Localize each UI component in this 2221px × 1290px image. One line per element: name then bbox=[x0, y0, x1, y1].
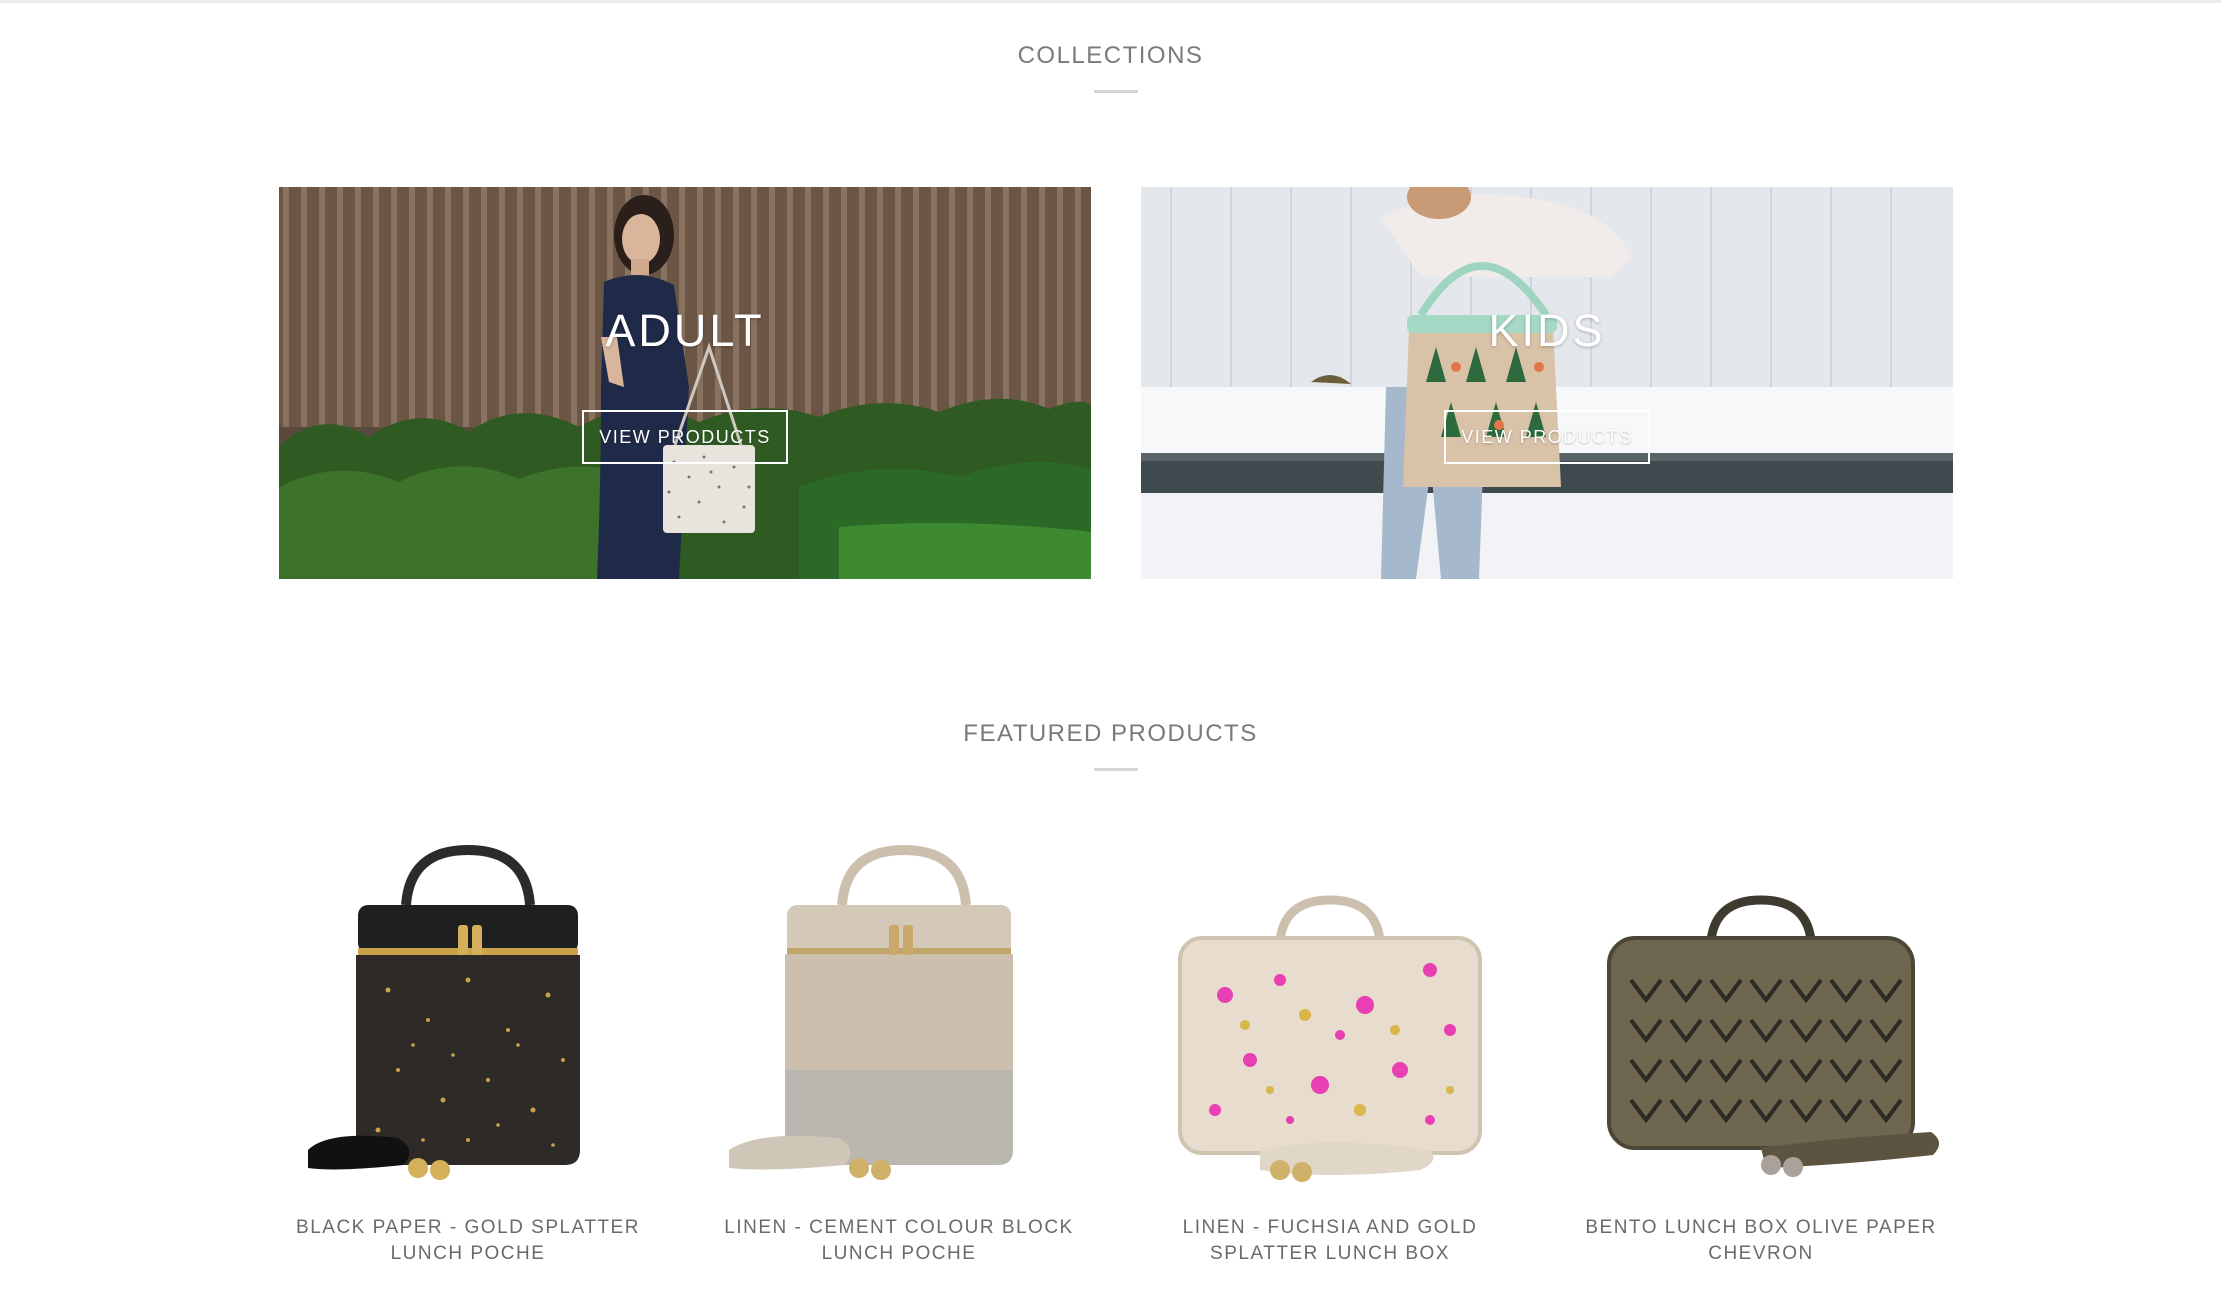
adult-collection-photo bbox=[279, 187, 1091, 579]
product-name-line-2: LUNCH POCHE bbox=[390, 1243, 546, 1264]
product-name[interactable]: BLACK PAPER - GOLD SPLATTER LUNCH POCHE bbox=[268, 1215, 668, 1267]
collection-card-kids[interactable]: KIDS VIEW PRODUCTS bbox=[1141, 187, 1953, 579]
product-name[interactable]: LINEN - FUCHSIA AND GOLD SPLATTER LUNCH … bbox=[1130, 1215, 1530, 1267]
product-image-linen-cement-poche bbox=[729, 844, 1013, 1180]
view-products-button-kids[interactable]: VIEW PRODUCTS bbox=[1444, 410, 1650, 464]
top-divider bbox=[0, 0, 2221, 3]
collections-heading-underline bbox=[1094, 90, 1138, 93]
product-name[interactable]: BENTO LUNCH BOX OLIVE PAPER CHEVRON bbox=[1561, 1215, 1961, 1267]
collections-heading: COLLECTIONS bbox=[1017, 42, 1204, 69]
collection-title-kids: KIDS bbox=[1488, 305, 1606, 356]
collection-card-adult[interactable]: ADULT VIEW PRODUCTS bbox=[279, 187, 1091, 579]
product-name-line-2: CHEVRON bbox=[1708, 1243, 1814, 1264]
product-card[interactable]: BLACK PAPER - GOLD SPLATTER LUNCH POCHE bbox=[268, 820, 668, 1264]
product-card[interactable]: LINEN - CEMENT COLOUR BLOCK LUNCH POCHE bbox=[699, 820, 1099, 1264]
product-name-line-2: SPLATTER LUNCH BOX bbox=[1210, 1243, 1450, 1264]
product-image-black-gold-poche bbox=[308, 844, 580, 1180]
product-name-line-1: BENTO LUNCH BOX OLIVE PAPER bbox=[1585, 1217, 1937, 1238]
product-image-olive-chevron-bento bbox=[1607, 895, 1940, 1177]
product-card[interactable]: BENTO LUNCH BOX OLIVE PAPER CHEVRON bbox=[1561, 820, 1961, 1264]
product-name[interactable]: LINEN - CEMENT COLOUR BLOCK LUNCH POCHE bbox=[699, 1215, 1099, 1267]
product-name-line-1: LINEN - FUCHSIA AND GOLD bbox=[1182, 1217, 1478, 1238]
product-name-line-1: BLACK PAPER - GOLD SPLATTER bbox=[296, 1217, 640, 1238]
collection-title-adult: ADULT bbox=[605, 305, 765, 356]
featured-heading-underline bbox=[1094, 768, 1138, 771]
product-name-line-1: LINEN - CEMENT COLOUR BLOCK bbox=[724, 1217, 1074, 1238]
product-card[interactable]: LINEN - FUCHSIA AND GOLD SPLATTER LUNCH … bbox=[1130, 820, 1530, 1264]
featured-products-heading: FEATURED PRODUCTS bbox=[963, 720, 1258, 747]
product-image-fuchsia-gold-box bbox=[1178, 895, 1482, 1182]
view-products-button-adult[interactable]: VIEW PRODUCTS bbox=[582, 410, 788, 464]
kids-collection-photo bbox=[1141, 187, 1953, 579]
product-name-line-2: LUNCH POCHE bbox=[821, 1243, 977, 1264]
